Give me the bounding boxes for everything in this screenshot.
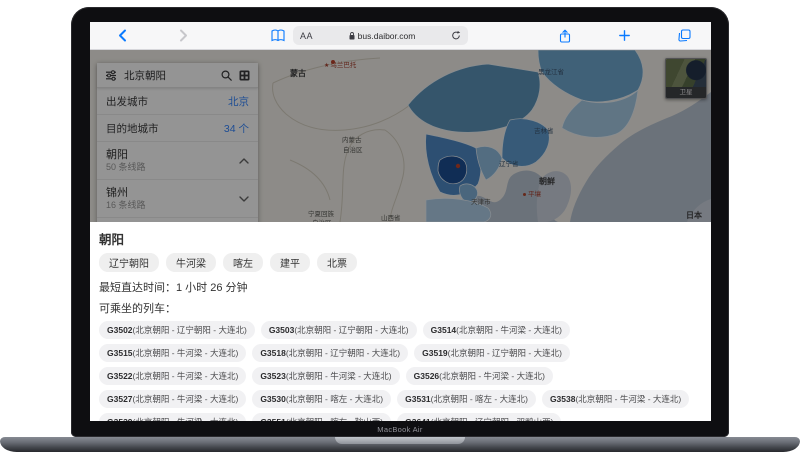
field-label: 出发城市 xyxy=(106,95,148,108)
laptop-hinge-notch xyxy=(335,437,465,444)
sidebar-city-row[interactable]: 锦州 16 条线路 xyxy=(97,180,258,218)
train-chip[interactable]: G3523(北京朝阳 - 牛河梁 - 大连北) xyxy=(252,367,400,385)
train-chip[interactable]: G3514(北京朝阳 - 牛河梁 - 大连北) xyxy=(422,321,570,339)
station-tag[interactable]: 北票 xyxy=(317,253,357,272)
city-name: 朝阳 xyxy=(106,148,128,161)
screen: AA bus.daibor.com 蒙古 ★乌兰巴托 内蒙古 自治区 宁夏回族 … xyxy=(90,22,711,421)
tabs-icon[interactable] xyxy=(678,29,691,42)
satellite-toggle[interactable]: 卫星 xyxy=(665,58,707,99)
sidebar-panel: 北京朝阳 出发城市北京目的地城市34 个 朝阳50 条线路锦州16 条线路大连1… xyxy=(97,63,258,222)
station-tags: 辽宁朝阳 牛河梁 喀左 建平 北票 xyxy=(99,253,703,272)
train-chip[interactable]: G3502(北京朝阳 - 辽宁朝阳 - 大连北) xyxy=(99,321,255,339)
train-chip[interactable]: G3538(北京朝阳 - 牛河梁 - 大连北) xyxy=(541,390,690,408)
train-chip[interactable]: G3503(北京朝阳 - 辽宁朝阳 - 大连北) xyxy=(260,321,417,339)
train-chip[interactable]: G3518(北京朝阳 - 辽宁朝阳 - 大连北) xyxy=(252,344,409,362)
city-name: 锦州 xyxy=(106,186,128,199)
satellite-label: 卫星 xyxy=(666,87,706,98)
search-input[interactable]: 北京朝阳 xyxy=(124,68,221,83)
train-chip[interactable]: G3527(北京朝阳 - 牛河梁 - 大连北) xyxy=(99,390,247,408)
train-chip[interactable]: G3526(北京朝阳 - 牛河梁 - 大连北) xyxy=(405,367,553,385)
chevron-up-icon[interactable] xyxy=(239,157,249,164)
map-canvas[interactable]: 蒙古★乌兰巴托内蒙古自治区宁夏回族自治区山西省天津市辽宁省吉林省黑龙江省朝鲜平壤… xyxy=(90,50,711,222)
city-detail-section: 朝阳 辽宁朝阳 牛河梁 喀左 建平 北票 最短直达时间：1 小时 26 分钟 可乘坐的列… xyxy=(90,222,711,421)
city-routes-count: 16 条线路 xyxy=(106,199,146,210)
train-chip[interactable]: G3551(北京朝阳 - 喀左 - 鞍山西) xyxy=(252,413,392,421)
search-bar[interactable]: 北京朝阳 xyxy=(97,63,258,88)
train-chip[interactable]: G3530(北京朝阳 - 喀左 - 大连北) xyxy=(252,390,392,408)
train-chip[interactable]: G3515(北京朝阳 - 牛河梁 - 大连北) xyxy=(99,344,247,362)
field-label: 目的地城市 xyxy=(106,122,159,135)
lock-icon xyxy=(349,31,355,39)
train-chip[interactable]: G3531(北京朝阳 - 喀左 - 大连北) xyxy=(397,390,536,408)
back-icon[interactable] xyxy=(118,29,127,42)
shortest-time-text: 最短直达时间：1 小时 26 分钟 xyxy=(99,282,248,294)
train-chip[interactable]: G3539(北京朝阳 - 牛河梁 - 大连北) xyxy=(99,413,247,421)
station-tag[interactable]: 建平 xyxy=(270,253,310,272)
sidebar-city-row[interactable]: 朝阳 50 条线路 xyxy=(97,142,258,180)
share-icon[interactable] xyxy=(559,29,571,43)
ulaanbaatar-marker xyxy=(331,60,335,64)
satellite-preview xyxy=(666,59,706,87)
beijing-marker xyxy=(455,163,461,169)
forward-icon[interactable] xyxy=(179,29,188,42)
train-chip[interactable]: G3641(北京朝阳 - 辽宁朝阳 - 双鸭山西) xyxy=(397,413,562,421)
city-title: 朝阳 xyxy=(99,233,125,247)
station-tag[interactable]: 喀左 xyxy=(223,253,263,272)
sidebar-field-row[interactable]: 出发城市 北京 xyxy=(97,88,258,115)
reload-icon[interactable] xyxy=(451,30,461,41)
trains-label: 可乘坐的列车： xyxy=(99,303,176,315)
new-tab-icon[interactable] xyxy=(619,30,630,41)
search-icon[interactable] xyxy=(221,69,232,81)
browser-toolbar: AA bus.daibor.com xyxy=(90,22,711,50)
sidebar-city-row[interactable]: 大连18 条线路 xyxy=(97,218,258,222)
reader-button[interactable]: AA xyxy=(300,31,313,41)
city-routes-count: 50 条线路 xyxy=(106,161,146,172)
field-value[interactable]: 34 个 xyxy=(224,121,249,136)
url-text: bus.daibor.com xyxy=(357,30,416,41)
sidebar-field-row[interactable]: 目的地城市 34 个 xyxy=(97,115,258,142)
device-brand: MacBook Air xyxy=(377,425,423,434)
chevron-down-icon[interactable] xyxy=(239,195,249,202)
station-tag[interactable]: 辽宁朝阳 xyxy=(99,253,159,272)
bookmarks-icon[interactable] xyxy=(271,29,285,42)
field-value[interactable]: 北京 xyxy=(228,94,249,109)
filter-icon[interactable] xyxy=(105,69,117,81)
train-chip[interactable]: G3519(北京朝阳 - 辽宁朝阳 - 大连北) xyxy=(414,344,570,362)
train-chip[interactable]: G3522(北京朝阳 - 牛河梁 - 大连北) xyxy=(99,367,247,385)
address-bar[interactable]: AA bus.daibor.com xyxy=(293,26,468,45)
sidebar-fields: 出发城市 北京目的地城市 34 个 xyxy=(97,88,258,142)
station-tag[interactable]: 牛河梁 xyxy=(166,253,216,272)
sidebar-cities: 朝阳50 条线路锦州16 条线路大连18 条线路 xyxy=(97,142,258,222)
grid-icon[interactable] xyxy=(239,70,250,81)
train-list: G3502(北京朝阳 - 辽宁朝阳 - 大连北) G3503(北京朝阳 - 辽宁朝… xyxy=(99,321,703,421)
laptop-frame: AA bus.daibor.com 蒙古 ★乌兰巴托 内蒙古 自治区 宁夏回族 … xyxy=(71,7,729,437)
